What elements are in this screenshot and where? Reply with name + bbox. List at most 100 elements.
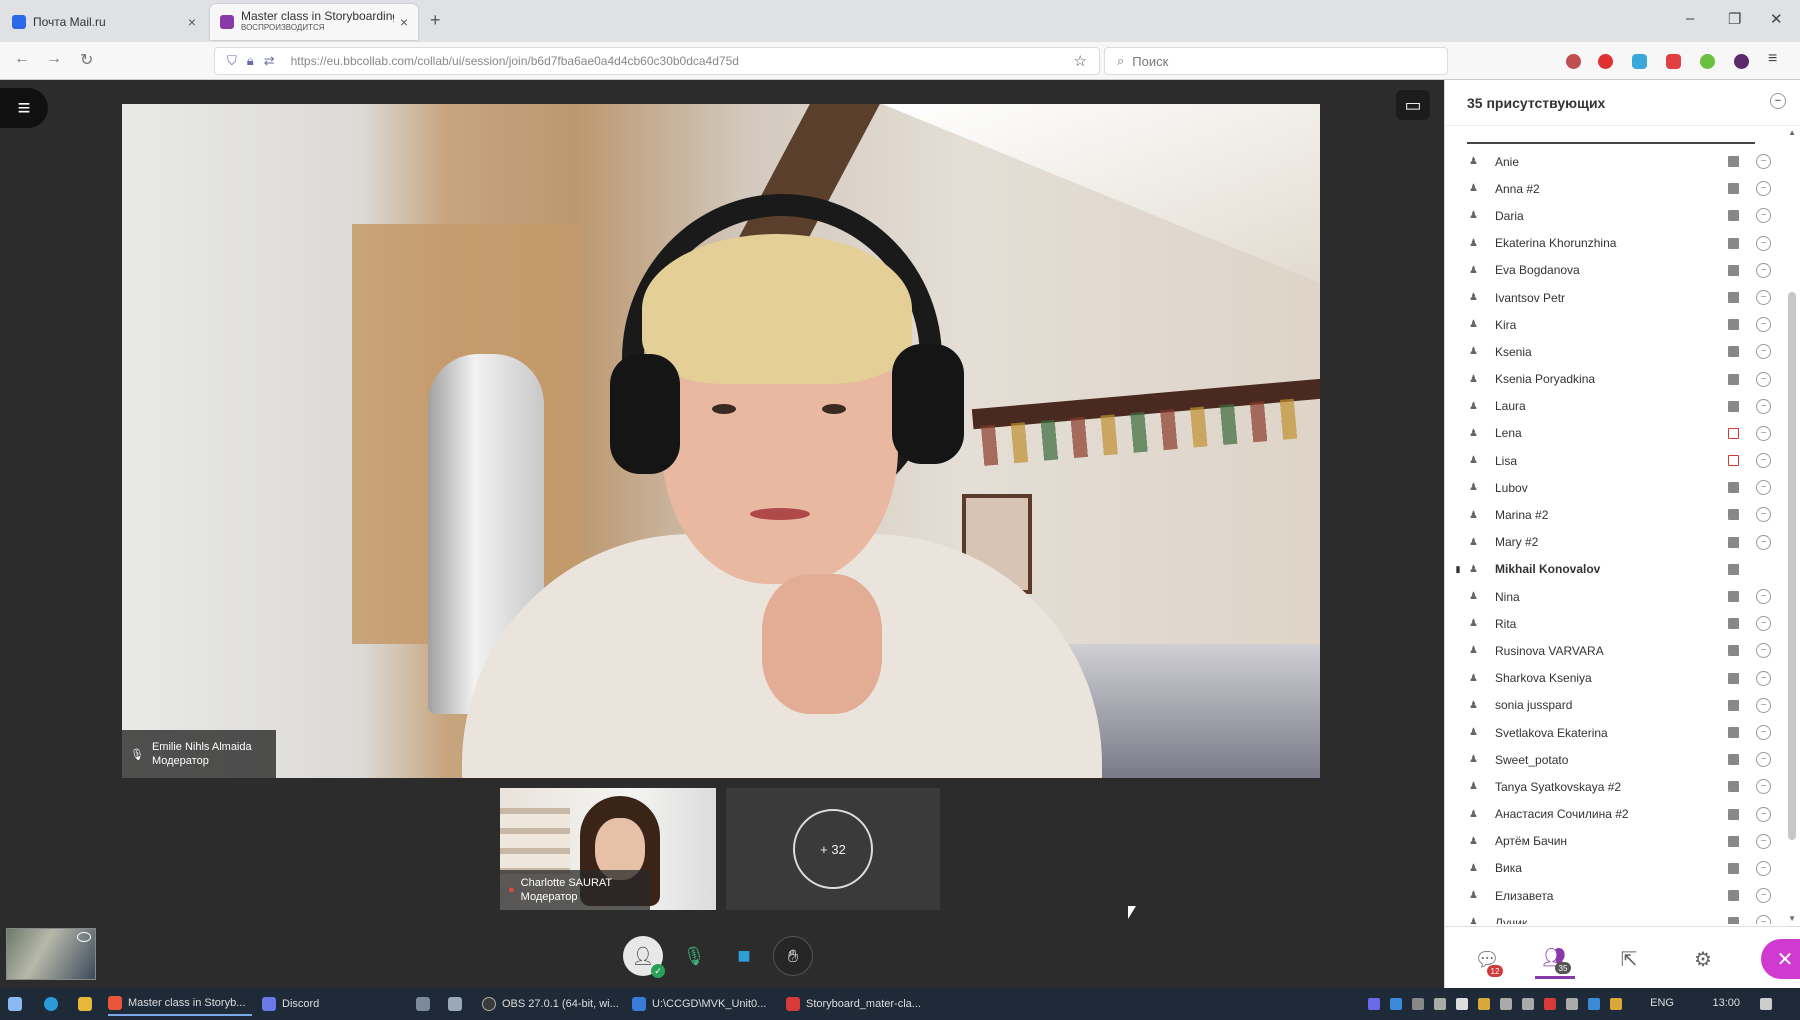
- more-options-icon[interactable]: −: [1756, 833, 1771, 849]
- taskbar-app-firefox[interactable]: Master class in Storyb...: [108, 992, 252, 1016]
- scroll-up-icon[interactable]: ▲: [1788, 128, 1796, 137]
- profile-icon[interactable]: [1734, 54, 1749, 69]
- chat-tab[interactable]: 💬︎ 12: [1467, 939, 1507, 979]
- participant-row[interactable]: ♟ Svetlakova Ekaterina −: [1445, 719, 1783, 746]
- more-options-icon[interactable]: −: [1756, 589, 1771, 604]
- tab-mail[interactable]: Почта Mail.ru ×: [2, 4, 206, 40]
- adblock-extension-icon[interactable]: [1598, 54, 1613, 69]
- tray-app-icon[interactable]: [1588, 998, 1600, 1010]
- more-options-icon[interactable]: −: [1756, 534, 1771, 550]
- address-bar[interactable]: ⛉ 🔒︎ ⇄ https://eu.bbcollab.com/collab/ui…: [214, 47, 1100, 75]
- participant-row[interactable]: ♟ Marina #2−: [1445, 501, 1783, 528]
- clock[interactable]: 13:00: [1712, 997, 1740, 1009]
- participant-row[interactable]: ♟ Sweet_potato −: [1445, 746, 1783, 773]
- participant-row[interactable]: ♟ Lisa −: [1445, 447, 1783, 474]
- close-tab-icon[interactable]: ×: [400, 14, 408, 30]
- participant-thumbnail[interactable]: ● Charlotte SAURAT Модератор: [500, 788, 716, 910]
- search-input[interactable]: ⌕ Поиск: [1104, 47, 1448, 75]
- windows-start-icon[interactable]: [8, 997, 22, 1011]
- more-options-icon[interactable]: −: [1756, 806, 1771, 822]
- my-status-button[interactable]: 👤︎ ✓: [623, 936, 665, 978]
- settings-tab[interactable]: ⚙: [1683, 939, 1723, 979]
- participant-row[interactable]: ♟ Лучик −: [1445, 909, 1783, 924]
- flag-extension-icon[interactable]: [1666, 54, 1681, 69]
- more-options-icon[interactable]: −: [1756, 724, 1771, 740]
- taskbar-app-explorer[interactable]: U:\CCGD\MVK_Unit0...: [632, 992, 776, 1016]
- participant-row[interactable]: ♟ Вика −: [1445, 855, 1783, 882]
- participant-row[interactable]: ♟ Lubov −: [1445, 474, 1783, 501]
- camera-button[interactable]: ■: [724, 936, 764, 976]
- more-options-icon[interactable]: −: [1756, 915, 1771, 924]
- eye-icon[interactable]: [77, 932, 91, 942]
- more-options-icon[interactable]: −: [1756, 425, 1771, 441]
- tray-app-icon[interactable]: [1368, 998, 1380, 1010]
- forward-icon[interactable]: →: [46, 50, 62, 68]
- participant-row[interactable]: ♟ Артём Бачин −: [1445, 828, 1783, 855]
- calendar-extension-icon[interactable]: [1632, 54, 1647, 69]
- participant-row[interactable]: ♟ Елизавета −: [1445, 882, 1783, 909]
- more-options-icon[interactable]: −: [1756, 154, 1771, 169]
- tray-app-icon[interactable]: [1478, 998, 1490, 1010]
- taskbar-app-pdf[interactable]: Storyboard_mater-cla...: [786, 992, 936, 1016]
- more-options-icon[interactable]: −: [1756, 697, 1771, 713]
- new-tab-icon[interactable]: +: [430, 10, 441, 31]
- participant-row[interactable]: ♟ Daria −: [1445, 202, 1783, 229]
- tray-app-icon[interactable]: [1544, 998, 1556, 1010]
- minimize-icon[interactable]: –: [1686, 10, 1694, 27]
- more-options-icon[interactable]: −: [1756, 289, 1771, 305]
- participant-row[interactable]: ♟ Mary #2 −: [1445, 529, 1783, 556]
- layout-toggle-button[interactable]: ▭: [1396, 90, 1430, 120]
- more-options-icon[interactable]: −: [1756, 235, 1771, 251]
- participant-row[interactable]: ♟ Anna #2−: [1445, 175, 1783, 202]
- tray-app-icon[interactable]: [1390, 998, 1402, 1010]
- participant-row[interactable]: ♟ Анастасия Сочилина #2 −: [1445, 801, 1783, 828]
- taskbar-app-obs[interactable]: OBS 27.0.1 (64-bit, wi...: [482, 992, 622, 1016]
- mic-tray-icon[interactable]: [1456, 998, 1468, 1010]
- back-icon[interactable]: ←: [14, 50, 30, 68]
- taskbar-app-discord[interactable]: Discord: [262, 992, 398, 1016]
- participant-row[interactable]: ▮ ♟ Mikhail Konovalov: [1445, 556, 1783, 583]
- volume-icon[interactable]: [1566, 998, 1578, 1010]
- participant-row[interactable]: ♟ Laura −: [1445, 393, 1783, 420]
- participant-row[interactable]: ♟ Sharkova Kseniya −: [1445, 665, 1783, 692]
- participant-row[interactable]: ♟ Ivantsov Petr −: [1445, 284, 1783, 311]
- network-icon[interactable]: [1522, 998, 1534, 1010]
- more-options-icon[interactable]: −: [1756, 888, 1771, 904]
- participant-row[interactable]: ♟ Rusinova VARVARA −: [1445, 637, 1783, 664]
- participant-row[interactable]: ♟ Tanya Syatkovskaya #2−: [1445, 773, 1783, 800]
- participant-row[interactable]: ♟ sonia jusspard −: [1445, 692, 1783, 719]
- tab-storyboarding[interactable]: Master class in Storyboarding ВОСПРОИЗВО…: [210, 4, 418, 40]
- participant-row[interactable]: ♟ Ksenia −: [1445, 338, 1783, 365]
- participant-row[interactable]: ♟ Ekaterina Khorunzhina −: [1445, 230, 1783, 257]
- scrollbar-thumb[interactable]: [1788, 292, 1796, 840]
- more-options-icon[interactable]: −: [1756, 371, 1771, 387]
- notepad-icon[interactable]: [416, 997, 430, 1011]
- file-explorer-icon[interactable]: [78, 997, 92, 1011]
- more-options-icon[interactable]: −: [1756, 262, 1771, 278]
- participant-row[interactable]: ♟ Anie −: [1445, 148, 1783, 175]
- participant-row[interactable]: ♟ Rita −: [1445, 610, 1783, 637]
- tray-app-icon[interactable]: [1500, 998, 1512, 1010]
- more-options-icon[interactable]: −: [1756, 860, 1771, 876]
- collapse-icon[interactable]: −: [1770, 93, 1786, 109]
- participant-row[interactable]: ♟ Ksenia Poryadkina −: [1445, 366, 1783, 393]
- keyboard-language[interactable]: ENG: [1650, 997, 1674, 1009]
- scroll-down-icon[interactable]: ▼: [1788, 914, 1796, 923]
- session-menu-button[interactable]: ≡: [0, 88, 48, 128]
- more-options-icon[interactable]: −: [1756, 453, 1771, 469]
- pocket-extension-icon[interactable]: [1566, 54, 1581, 69]
- participant-row[interactable]: ♟ Lena −: [1445, 420, 1783, 447]
- notifications-icon[interactable]: [1760, 998, 1772, 1010]
- more-options-icon[interactable]: −: [1756, 670, 1771, 686]
- participants-tab[interactable]: 👥︎ 35: [1535, 939, 1575, 979]
- participant-row[interactable]: ♟ Eva Bogdanova −: [1445, 257, 1783, 284]
- color-extension-icon[interactable]: [1700, 54, 1715, 69]
- restore-icon[interactable]: ❐: [1728, 10, 1741, 28]
- tray-app-icon[interactable]: [1610, 998, 1622, 1010]
- app-menu-icon[interactable]: ≡: [1768, 50, 1777, 68]
- tray-app-icon[interactable]: [1434, 998, 1446, 1010]
- leave-session-button[interactable]: ✕: [1761, 939, 1800, 979]
- participant-row[interactable]: ♟ Kira −: [1445, 311, 1783, 338]
- raise-hand-button[interactable]: ✋︎: [773, 936, 813, 976]
- close-tab-icon[interactable]: ×: [188, 14, 196, 30]
